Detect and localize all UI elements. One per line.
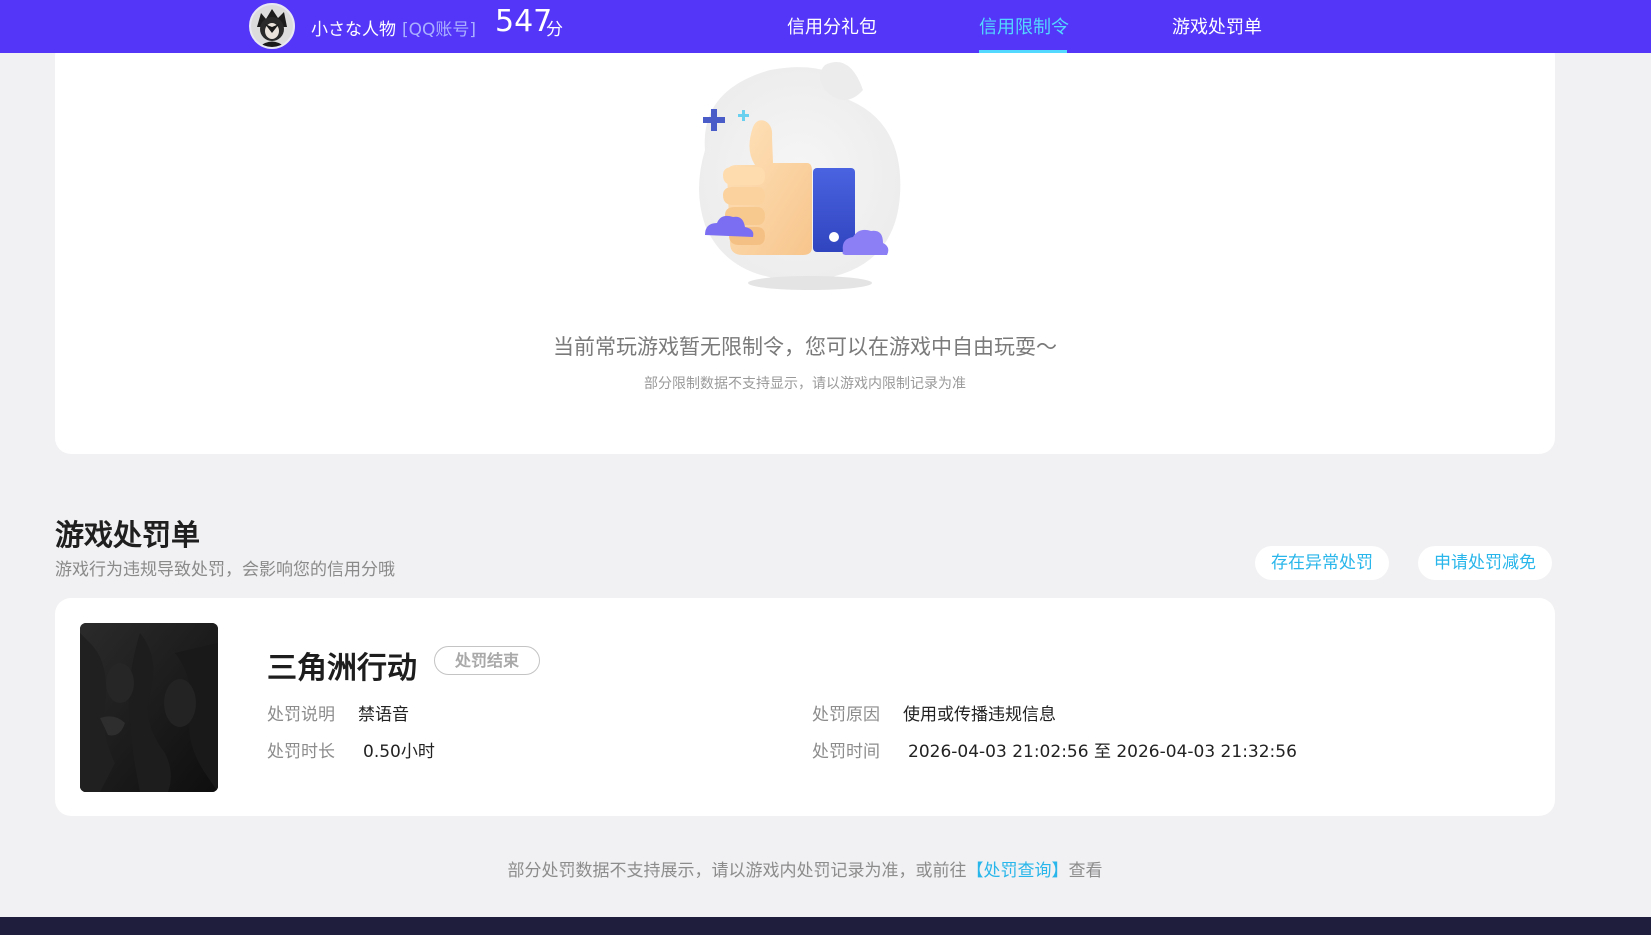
- credit-score: 547: [495, 4, 553, 39]
- user-nickname: 小さな人物 [QQ账号]: [311, 15, 476, 40]
- apply-penalty-reduction-button[interactable]: 申请处罚减免: [1418, 546, 1552, 580]
- status-badge: 处罚结束: [434, 646, 540, 675]
- footer-note: 部分处罚数据不支持展示，请以游戏内处罚记录为准，或前往【处罚查询】查看: [0, 856, 1610, 881]
- report-abnormal-penalty-button[interactable]: 存在异常处罚: [1255, 546, 1389, 580]
- tab-credit-gift[interactable]: 信用分礼包: [787, 13, 877, 39]
- empty-state-title: 当前常玩游戏暂无限制令，您可以在游戏中自由玩耍～: [553, 335, 1057, 359]
- penalty-desc-label: 处罚说明: [267, 705, 335, 725]
- active-tab-indicator: [979, 50, 1067, 53]
- penalty-duration-value: 0.50小时: [363, 742, 435, 762]
- avatar-image: [251, 5, 293, 47]
- section-title: 游戏处罚单: [55, 518, 201, 552]
- section-description: 游戏行为违规导致处罚，会影响您的信用分哦: [55, 560, 395, 580]
- penalty-query-link[interactable]: 【处罚查询】: [967, 861, 1069, 881]
- penalty-duration-label: 处罚时长: [267, 742, 335, 762]
- penalty-time-label: 处罚时间: [812, 742, 880, 762]
- credit-score-unit: 分: [546, 20, 563, 40]
- penalty-reason-label: 处罚原因: [812, 705, 880, 725]
- penalty-desc-value: 禁语音: [358, 705, 409, 725]
- game-name: 三角洲行动: [267, 651, 417, 686]
- top-nav-bar: 小さな人物 [QQ账号] 547 分 信用分礼包 信用限制令 游戏处罚单: [0, 0, 1651, 53]
- footer-note-text: 部分处罚数据不支持展示，请以游戏内处罚记录为准，或前往: [507, 861, 967, 881]
- account-type-label: [QQ账号]: [402, 20, 477, 40]
- thumbs-up-icon: [675, 55, 945, 300]
- bottom-bar: [0, 917, 1651, 935]
- tab-credit-restriction[interactable]: 信用限制令: [979, 13, 1069, 39]
- nickname-text: 小さな人物: [311, 20, 396, 40]
- footer-note-suffix: 查看: [1068, 861, 1103, 881]
- game-cover-image: [80, 623, 218, 792]
- empty-state-subtitle: 部分限制数据不支持显示，请以游戏内限制记录为准: [644, 376, 966, 392]
- tab-game-penalty[interactable]: 游戏处罚单: [1172, 13, 1262, 39]
- avatar[interactable]: [249, 3, 295, 49]
- penalty-reason-value: 使用或传播违规信息: [903, 705, 1056, 725]
- penalty-time-value: 2026-04-03 21:02:56 至 2026-04-03 21:32:5…: [908, 742, 1297, 762]
